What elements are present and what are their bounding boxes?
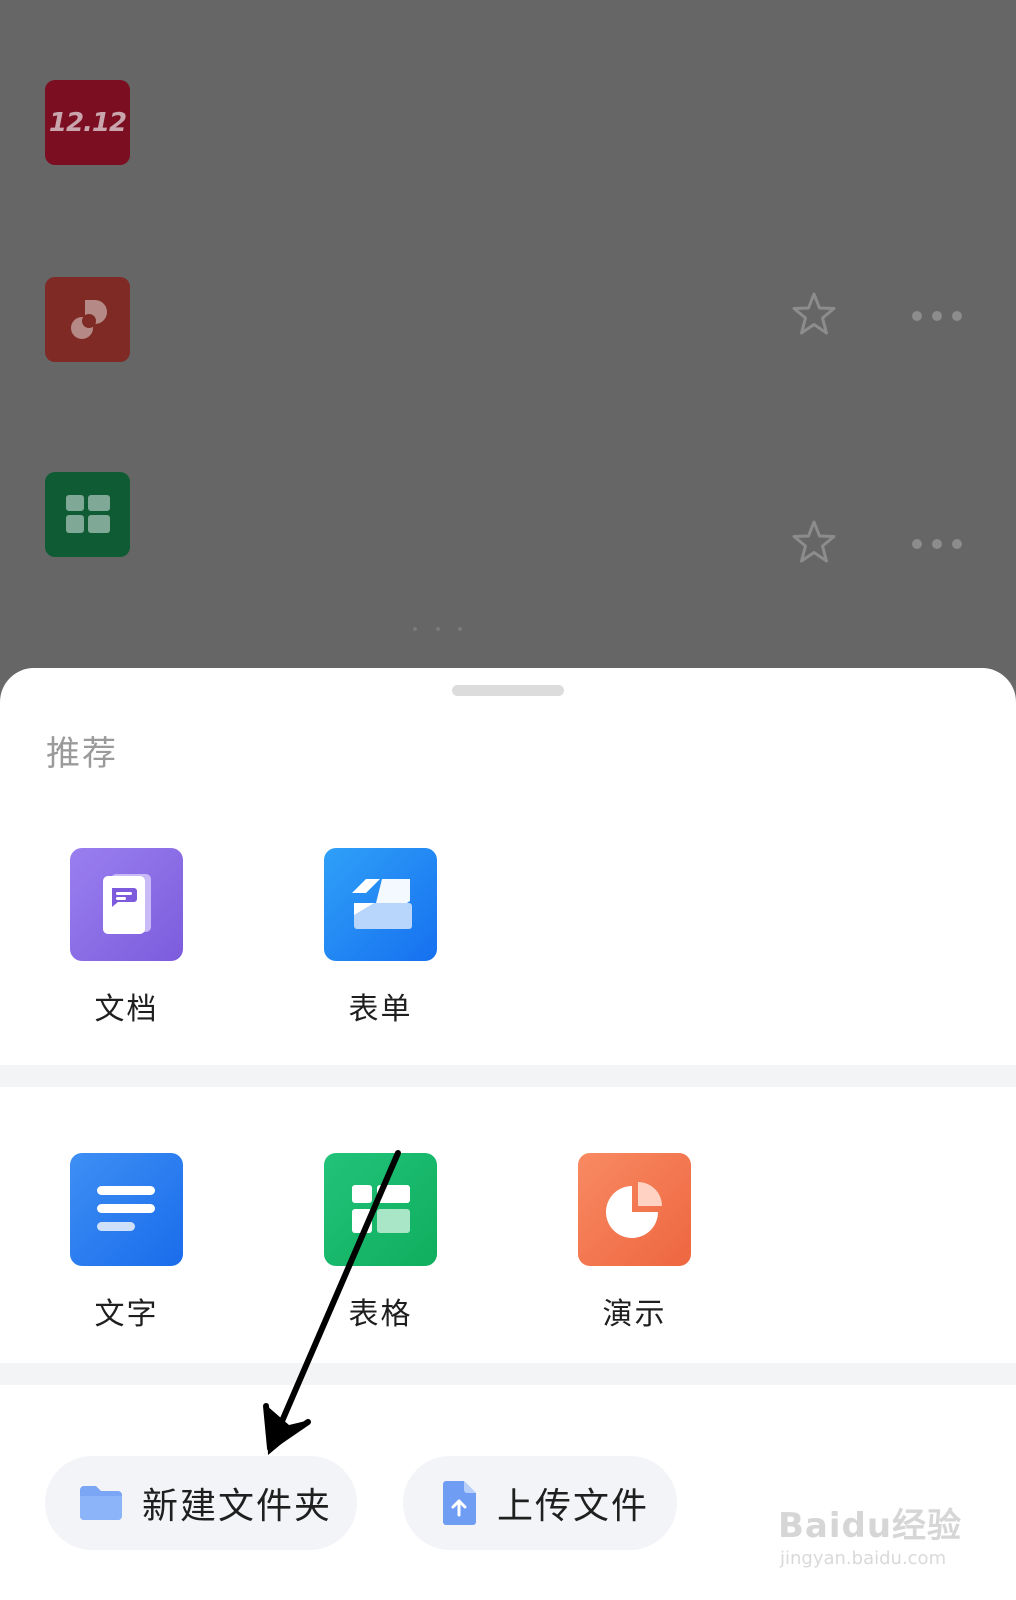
form-icon	[324, 848, 437, 961]
more-icon[interactable]	[910, 536, 964, 550]
file-row[interactable]: 12.12	[0, 60, 1016, 180]
tile-label: 表单	[348, 992, 413, 1027]
tile-label: 表格	[348, 1297, 413, 1332]
spreadsheet-file-icon	[45, 472, 130, 557]
text-doc-icon	[70, 1153, 183, 1266]
upload-file-icon	[439, 1480, 479, 1526]
presentation-icon	[578, 1153, 691, 1266]
tile-document[interactable]: 文档	[50, 848, 200, 1048]
tile-presentation[interactable]: 演示	[558, 1153, 708, 1353]
spreadsheet-icon	[324, 1153, 437, 1266]
baidu-watermark: Baidu经验 jingyan.baidu.com	[778, 1490, 988, 1590]
section-divider	[0, 1065, 1016, 1087]
shopping-1212-icon: 12.12	[45, 80, 130, 165]
new-folder-button[interactable]: 新建文件夹	[45, 1456, 357, 1550]
icon-text: 12.12	[48, 107, 127, 138]
file-row[interactable]	[0, 255, 1016, 375]
tile-spreadsheet[interactable]: 表格	[304, 1153, 454, 1353]
folder-icon	[78, 1484, 124, 1522]
file-list-background: 12.12	[0, 0, 1016, 680]
sheet-drag-handle[interactable]	[452, 685, 564, 696]
document-icon	[70, 848, 183, 961]
tile-text-doc[interactable]: 文字	[50, 1153, 200, 1353]
star-icon[interactable]	[790, 290, 838, 338]
new-folder-label: 新建文件夹	[142, 1486, 333, 1527]
tile-label: 文字	[94, 1297, 159, 1332]
presentation-file-icon	[45, 277, 130, 362]
more-icon[interactable]	[910, 308, 964, 322]
watermark-sub-text: jingyan.baidu.com	[780, 1548, 947, 1569]
upload-file-label: 上传文件	[497, 1486, 650, 1527]
upload-file-button[interactable]: 上传文件	[403, 1456, 677, 1550]
watermark-main-text: Baidu经验	[778, 1506, 963, 1546]
file-row[interactable]	[0, 450, 1016, 570]
new-item-bottom-sheet: 推荐 文档 表单 文字 表格 演示 新建文件夹 上传文件	[0, 668, 1016, 1600]
star-icon[interactable]	[790, 518, 838, 566]
section-divider	[0, 1363, 1016, 1385]
tile-label: 文档	[94, 992, 159, 1027]
loading-dots-icon	[410, 617, 470, 631]
tile-label: 演示	[602, 1297, 667, 1332]
tile-form[interactable]: 表单	[304, 848, 454, 1048]
section-title: 推荐	[46, 734, 118, 774]
